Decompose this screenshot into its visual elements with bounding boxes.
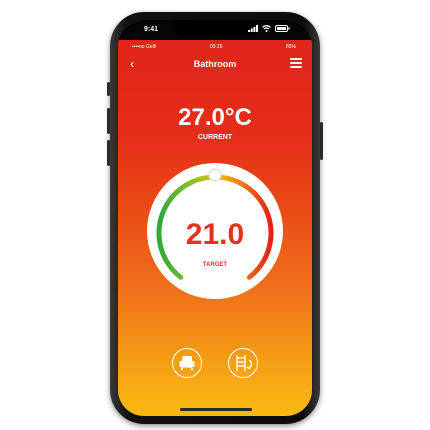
dial-handle[interactable] (208, 168, 222, 182)
current-temperature: 27.0°C (178, 104, 252, 131)
current-label: CURRENT (197, 134, 233, 141)
app-clock: 09:15 (210, 44, 223, 50)
power-button (320, 122, 323, 160)
wifi-icon (262, 25, 271, 32)
battery-icon (275, 25, 290, 32)
mute-switch (107, 82, 110, 96)
comfort-mode-button[interactable] (172, 348, 202, 378)
target-temperature: 21.0 (185, 218, 245, 251)
volume-up-button (107, 108, 110, 134)
app-status-bar: ••••oo Gelli 09:15 85% (118, 42, 312, 52)
app-header: ‹ Bathroom (118, 54, 312, 76)
phone-frame: 9:41 ••••oo Gelli 09:15 85% ‹ Bathroom 2… (107, 12, 323, 424)
ios-status-bar: 9:41 (118, 20, 312, 40)
ios-clock: 9:41 (144, 26, 159, 33)
home-indicator[interactable] (180, 408, 252, 411)
carrier-label: ••••oo Gelli (132, 44, 156, 50)
volume-down-button (107, 140, 110, 166)
page-title: Bathroom (193, 59, 237, 69)
ios-status-icons (248, 25, 290, 32)
ladder-rotate-icon (236, 355, 253, 371)
towel-rail-timer-button[interactable] (228, 348, 258, 378)
battery-percent: 85% (285, 44, 296, 50)
cellular-signal-icon (248, 25, 258, 32)
notch (174, 20, 256, 36)
app-screen: 9:41 ••••oo Gelli 09:15 85% ‹ Bathroom 2… (118, 20, 312, 416)
hamburger-icon[interactable] (290, 58, 302, 70)
target-label: TARGET (202, 262, 228, 268)
armchair-icon (179, 356, 195, 370)
